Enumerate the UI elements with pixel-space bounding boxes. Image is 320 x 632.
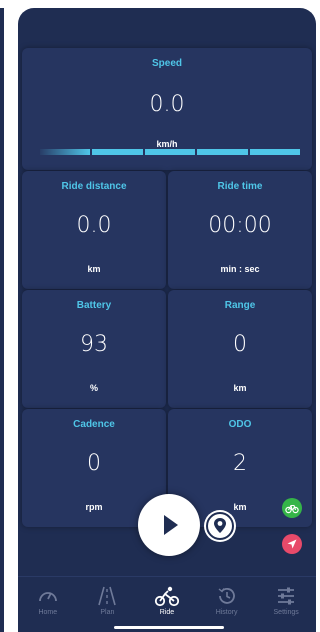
ride-time-tile: Ride time 00:00 min : sec (168, 171, 312, 289)
battery-tile: Battery 93 % (22, 290, 166, 408)
range-unit: km (233, 383, 247, 393)
battery-value: 93 (80, 332, 108, 357)
battery-unit: % (89, 383, 98, 393)
bike-mode-button[interactable] (282, 498, 302, 518)
bicycle-small-icon (285, 504, 299, 514)
range-tile: Range 0 km (168, 290, 312, 408)
ride-distance-tile: Ride distance 0.0 km (22, 171, 166, 289)
nav-label-home: Home (38, 609, 58, 616)
navigation-arrow-icon (287, 539, 297, 549)
sliders-icon (278, 587, 295, 605)
start-ride-button[interactable] (138, 494, 200, 556)
range-label: Range (224, 300, 256, 311)
nav-label-history: History (215, 609, 238, 616)
battery-label: Battery (76, 300, 112, 311)
bicycle-icon (154, 586, 180, 607)
ride-time-value: 00:00 (208, 213, 272, 238)
speed-value: 0.0 (149, 92, 185, 117)
odo-value: 2 (233, 451, 247, 476)
road-icon (98, 586, 117, 606)
app-screen: Speed 0.0 km/h Ride distance 0.0 km Ride… (18, 8, 316, 632)
ride-time-label: Ride time (217, 181, 263, 192)
nav-item-ride[interactable]: Ride (137, 577, 197, 632)
nav-label-plan: Plan (100, 609, 115, 616)
home-indicator (114, 626, 224, 629)
history-icon (218, 588, 235, 604)
nav-item-settings[interactable]: Settings (256, 577, 316, 632)
nav-label-ride: Ride (159, 609, 175, 616)
speed-label: Speed (151, 58, 182, 69)
ride-distance-label: Ride distance (61, 181, 127, 192)
ride-time-unit: min : sec (220, 264, 260, 274)
cadence-value: 0 (87, 451, 101, 476)
speed-bar (40, 149, 301, 155)
bottom-nav: Home Plan Ride History Settings (18, 576, 316, 632)
gauge-icon (38, 592, 57, 602)
nav-item-plan[interactable]: Plan (78, 577, 138, 632)
ride-distance-value: 0.0 (76, 213, 112, 238)
speed-unit: km/h (156, 139, 178, 149)
cadence-label: Cadence (73, 419, 115, 430)
ride-distance-unit: km (87, 264, 101, 274)
navigate-button[interactable] (282, 534, 302, 554)
nav-item-history[interactable]: History (197, 577, 257, 632)
play-icon (164, 515, 178, 535)
location-button[interactable] (204, 510, 236, 542)
nav-item-home[interactable]: Home (18, 577, 78, 632)
range-value: 0 (233, 332, 247, 357)
location-pin-icon (206, 512, 234, 540)
odo-label: ODO (228, 419, 252, 430)
left-edge (0, 8, 4, 632)
nav-label-settings: Settings (273, 609, 299, 616)
